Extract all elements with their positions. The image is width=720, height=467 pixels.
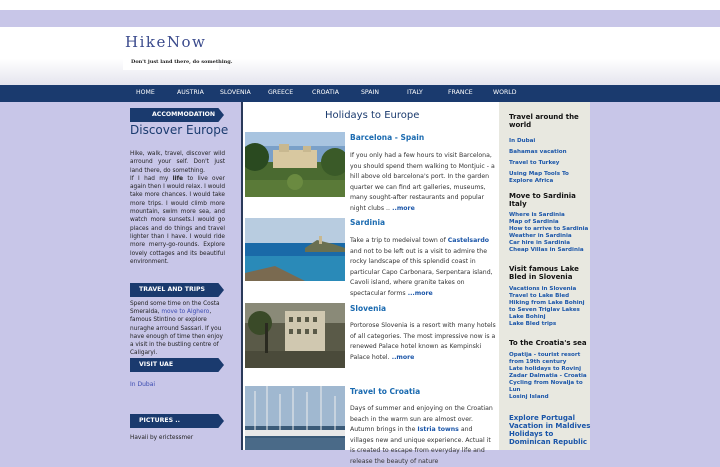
sardinia-title-link[interactable]: Sardinia — [350, 218, 385, 227]
main-nav: HOME AUSTRIA SLOVENIA GREECE CROATIA SPA… — [0, 85, 720, 102]
visit-uae-header: VISIT UAE — [130, 358, 224, 372]
link-in-dubai[interactable]: In Dubai — [509, 138, 589, 145]
link-turkey[interactable]: Travel to Turkey — [509, 160, 589, 167]
link-hiking-bohinj[interactable]: Hiking from Lake Bohinj — [509, 300, 589, 307]
link-weather-sardinia[interactable]: Weather in Sardinia — [509, 233, 589, 240]
nav-home[interactable]: HOME — [136, 89, 155, 96]
link-map-sardinia[interactable]: Map of Sardinia — [509, 219, 589, 226]
link-cheap-villas-sardinia[interactable]: Cheap Villas in Sardinia — [509, 247, 589, 254]
link-where-sardinia[interactable]: Where is Sardinia — [509, 212, 589, 219]
istria-towns-link[interactable]: Istria towns — [417, 426, 458, 433]
intro-life-word: life — [172, 175, 184, 182]
sardinia-italy-header: Move to Sardinia Italy — [509, 192, 576, 208]
link-lun[interactable]: Lun — [509, 387, 589, 394]
picture-credit: Havaii by erictessmer — [130, 435, 194, 441]
sardinia-text-1: Take a trip to medeival town of — [350, 237, 448, 244]
discover-europe-title: Discover Europe — [130, 123, 229, 137]
nav-austria[interactable]: AUSTRIA — [177, 89, 204, 96]
croatia-sea-links: Opatija - tourist resort from 19th centu… — [509, 352, 589, 401]
link-cycling-novalja[interactable]: Cycling from Novalja to — [509, 380, 589, 387]
barcelona-more-link[interactable]: ..more — [390, 205, 415, 212]
sardinia-image — [245, 218, 345, 281]
nav-france[interactable]: FRANCE — [448, 89, 473, 96]
link-seven-triglav[interactable]: to Seven Triglav Lakes — [509, 307, 589, 314]
croatia-sea-header: To the Croatia's sea — [509, 339, 587, 347]
nav-italy[interactable]: ITALY — [407, 89, 423, 96]
sardinia-body: Take a trip to medeival town of Castelsa… — [350, 236, 496, 299]
slovenia-more-link[interactable]: ..more — [390, 354, 415, 361]
sardinia-links: Where is Sardinia Map of Sardinia How to… — [509, 212, 589, 254]
link-arrive-sardinia[interactable]: How to arrive to Sardinia — [509, 226, 589, 233]
nav-croatia[interactable]: CROATIA — [312, 89, 339, 96]
link-travel-lake-bled[interactable]: Travel to Lake Bled — [509, 293, 589, 300]
accommodation-header: ACCOMMODATION — [130, 108, 224, 122]
barcelona-text: If you only had a few hours to visit Bar… — [350, 152, 495, 212]
slovenia-text: Portorose Slovenia is a resort with many… — [350, 322, 496, 361]
link-losinj[interactable]: Losinj Island — [509, 394, 589, 401]
dubai-link[interactable]: In Dubai — [130, 381, 155, 388]
intro-part-b1: If I had my — [130, 175, 173, 182]
sardinia-photo[interactable] — [245, 218, 345, 281]
croatia-body: Days of summer and enjoying on the Croat… — [350, 404, 496, 467]
barcelona-image — [245, 132, 345, 197]
link-zadar[interactable]: Zadar Dalmatia - Croatia — [509, 373, 589, 380]
slovenia-body: Portorose Slovenia is a resort with many… — [350, 321, 496, 363]
right-background — [590, 102, 720, 450]
main-title: Holidays to Europe — [325, 110, 420, 121]
link-rovinj[interactable]: Late holidays to Rovinj — [509, 366, 589, 373]
travel-world-links: In Dubai Bahamas vacation Travel to Turk… — [509, 138, 589, 185]
castelsardo-link[interactable]: Castelsardo — [448, 237, 489, 244]
top-accent-band — [0, 10, 720, 27]
barcelona-title-link[interactable]: Barcelona - Spain — [350, 133, 424, 142]
link-opatija[interactable]: Opatija - tourist resort — [509, 352, 589, 359]
link-explore-africa[interactable]: Explore Africa — [509, 178, 589, 185]
croatia-image — [245, 386, 345, 450]
travel-text: Spend some time on the Costa Smeralda, m… — [130, 300, 225, 357]
intro-text: Hike, walk, travel, discover wild arroun… — [130, 150, 225, 266]
travel-trips-header: TRAVEL AND TRIPS — [130, 283, 224, 297]
nav-slovenia[interactable]: SLOVENIA — [220, 89, 251, 96]
top-band — [0, 0, 720, 10]
explore-portugal-link[interactable]: Explore Portugal Vacation in Maldives Ho… — [509, 414, 591, 446]
slovenia-photo[interactable] — [245, 303, 345, 368]
slovenia-title-link[interactable]: Slovenia — [350, 304, 386, 313]
croatia-photo[interactable] — [245, 386, 345, 450]
link-vacations-slovenia[interactable]: Vacations in Slovenia — [509, 286, 589, 293]
travel-text-part2: , famous Stintino or explore nuraghe arr… — [130, 309, 223, 357]
link-lake-bled-trips[interactable]: Lake Bled trips — [509, 321, 589, 328]
link-opatija-19th[interactable]: from 19th century — [509, 359, 589, 366]
intro-part-b2: to live over again then I would relax. I… — [130, 175, 225, 265]
link-lake-bohinj[interactable]: Lake Bohinj — [509, 314, 589, 321]
alghero-link[interactable]: move to Alghero — [161, 309, 209, 315]
pictures-header: PICTURES .. — [130, 414, 224, 428]
barcelona-body: If you only had a few hours to visit Bar… — [350, 151, 496, 214]
barcelona-photo[interactable] — [245, 132, 345, 197]
sardinia-more-link[interactable]: ...more — [406, 290, 433, 297]
lake-bled-links: Vacations in Slovenia Travel to Lake Ble… — [509, 286, 589, 328]
nav-world[interactable]: WORLD — [493, 89, 517, 96]
nav-greece[interactable]: GREECE — [268, 89, 293, 96]
slovenia-image — [245, 303, 345, 368]
link-map-tools[interactable]: Using Map Tools To — [509, 171, 589, 178]
site-header — [0, 27, 720, 85]
nav-spain[interactable]: SPAIN — [361, 89, 379, 96]
link-bahamas[interactable]: Bahamas vacation — [509, 149, 589, 156]
intro-part-a: Hike, walk, travel, discover wild arroun… — [130, 151, 225, 174]
croatia-title-link[interactable]: Travel to Croatia — [350, 387, 420, 396]
lake-bled-header: Visit famous Lake Bled in Slovenia — [509, 265, 579, 281]
travel-world-header: Travel around the world — [509, 113, 579, 129]
link-car-hire-sardinia[interactable]: Car hire in Sardinia — [509, 240, 589, 247]
site-logo[interactable]: HikeNow — [125, 33, 206, 51]
site-tagline: Don't just land there, do something. — [123, 56, 233, 70]
